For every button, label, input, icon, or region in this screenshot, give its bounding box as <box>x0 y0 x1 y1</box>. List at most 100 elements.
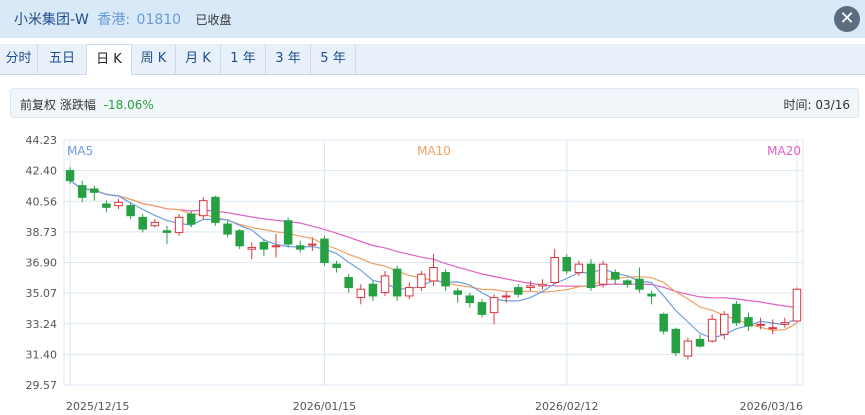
candle-down <box>186 213 196 225</box>
change-value: -18.06% <box>103 98 154 112</box>
candle-down <box>320 238 329 264</box>
y-tick-label: 38.73 <box>26 226 58 239</box>
candle-up <box>199 200 208 217</box>
candle-down <box>562 256 572 272</box>
candle-up <box>683 340 693 357</box>
time-label: 时间: 03/16 <box>783 98 850 112</box>
y-tick-label: 40.56 <box>26 195 58 208</box>
candle-up <box>574 263 584 274</box>
y-axis: 44.23 42.40 40.56 38.73 36.90 35.07 33.24 31.40… <box>26 134 58 392</box>
candle-up <box>271 245 281 248</box>
x-tick-label: 2026/01/15 <box>293 400 356 413</box>
candle-up <box>780 322 790 325</box>
change-label: 涨跌幅 <box>59 98 96 112</box>
y-tick-label: 36.90 <box>26 257 58 270</box>
candle-down <box>295 245 305 250</box>
candle-down <box>138 216 148 230</box>
candle-down <box>223 223 232 235</box>
candle-down <box>671 328 681 354</box>
close-icon[interactable]: ✕ <box>834 6 860 32</box>
candle-down <box>392 268 402 297</box>
candle-up <box>174 216 184 233</box>
tab-daily-k[interactable]: 日 K <box>87 44 132 75</box>
candle-down <box>647 293 656 297</box>
y-tick-label: 33.24 <box>26 318 58 331</box>
candle-down <box>610 272 620 280</box>
y-tick-label: 44.23 <box>26 134 58 147</box>
tab-monthly-k[interactable]: 月 K <box>176 44 221 74</box>
candle-down <box>695 338 705 347</box>
candle-down <box>465 295 475 304</box>
candle-down <box>162 230 172 233</box>
stock-title: 小米集团-W 香港: 01810 已收盘 <box>14 9 232 29</box>
candle-down <box>90 188 99 193</box>
candle-down <box>635 278 644 290</box>
y-tick-label: 31.40 <box>26 348 58 361</box>
candle-down <box>65 170 75 182</box>
candle-down <box>126 205 135 217</box>
candle-down <box>441 272 450 287</box>
candle-up <box>114 201 123 207</box>
candle-down <box>477 302 487 315</box>
tab-intraday[interactable]: 分时 <box>0 44 38 74</box>
candle-down <box>332 263 341 269</box>
stock-market: 香港: <box>97 12 131 28</box>
candle-down <box>368 283 378 297</box>
candle-down <box>283 220 293 245</box>
candle-up <box>501 295 511 298</box>
candle-down <box>235 230 244 247</box>
legend-ma20: MA20 <box>767 144 801 158</box>
candle-up <box>526 285 535 289</box>
candle-up <box>380 275 390 294</box>
candle-down <box>259 241 269 250</box>
tab-five-day[interactable]: 五日 <box>38 44 87 74</box>
candle-up <box>405 287 414 297</box>
tab-one-year[interactable]: 1 年 <box>221 44 266 74</box>
candle-down <box>77 185 87 198</box>
y-tick-label: 35.07 <box>26 287 58 300</box>
candle-up <box>150 221 160 227</box>
candle-down <box>744 317 753 327</box>
candle-down <box>102 203 111 208</box>
candle-up <box>308 243 317 246</box>
tab-five-year[interactable]: 5 年 <box>311 44 356 74</box>
candle-up <box>247 246 257 250</box>
legend-ma5: MA5 <box>67 144 93 158</box>
candle-up <box>707 318 717 342</box>
info-bar: 前复权 涨跌幅 -18.06% 时间: 03/16 <box>10 88 859 118</box>
kline-chart[interactable]: 44.23 42.40 40.56 38.73 36.90 35.07 33.24 31.40… <box>0 128 865 415</box>
y-tick-label: 29.57 <box>26 379 58 392</box>
candle-down <box>211 196 220 223</box>
tab-weekly-k[interactable]: 周 K <box>132 44 176 74</box>
candle-up <box>538 283 547 287</box>
candle-up <box>598 263 608 285</box>
window-header: 小米集团-W 香港: 01810 已收盘 ✕ <box>0 0 865 38</box>
candle-down <box>514 287 523 295</box>
x-tick-label: 2025/12/15 <box>66 400 129 413</box>
market-status: 已收盘 <box>195 13 232 27</box>
stock-code: 01810 <box>136 12 182 28</box>
change-summary: 前复权 涨跌幅 -18.06% <box>20 96 154 113</box>
candle-up <box>489 297 499 314</box>
candle-down <box>344 277 353 289</box>
stock-name: 小米集团-W <box>14 12 89 28</box>
candle-down <box>732 303 741 324</box>
candle-down <box>586 263 596 289</box>
legend-ma10: MA10 <box>417 144 451 158</box>
candle-up <box>356 288 366 299</box>
candle-down <box>659 313 668 332</box>
adjust-label: 前复权 <box>20 98 57 112</box>
y-tick-label: 42.40 <box>26 165 58 178</box>
candle-up <box>429 267 438 282</box>
candle-up <box>768 327 777 330</box>
tab-three-year[interactable]: 3 年 <box>266 44 311 74</box>
candle-up <box>417 273 426 289</box>
candle-up <box>792 288 802 322</box>
period-tabs: 分时 五日 日 K 周 K 月 K 1 年 3 年 5 年 <box>0 44 865 75</box>
x-axis: 2025/12/15 2026/01/15 2026/02/12 2026/03/16 <box>66 400 803 413</box>
candle-down <box>453 290 462 295</box>
candle-up <box>550 256 559 284</box>
candle-up <box>719 313 729 335</box>
candle-down <box>623 280 632 285</box>
x-tick-label: 2026/03/16 <box>740 400 803 413</box>
